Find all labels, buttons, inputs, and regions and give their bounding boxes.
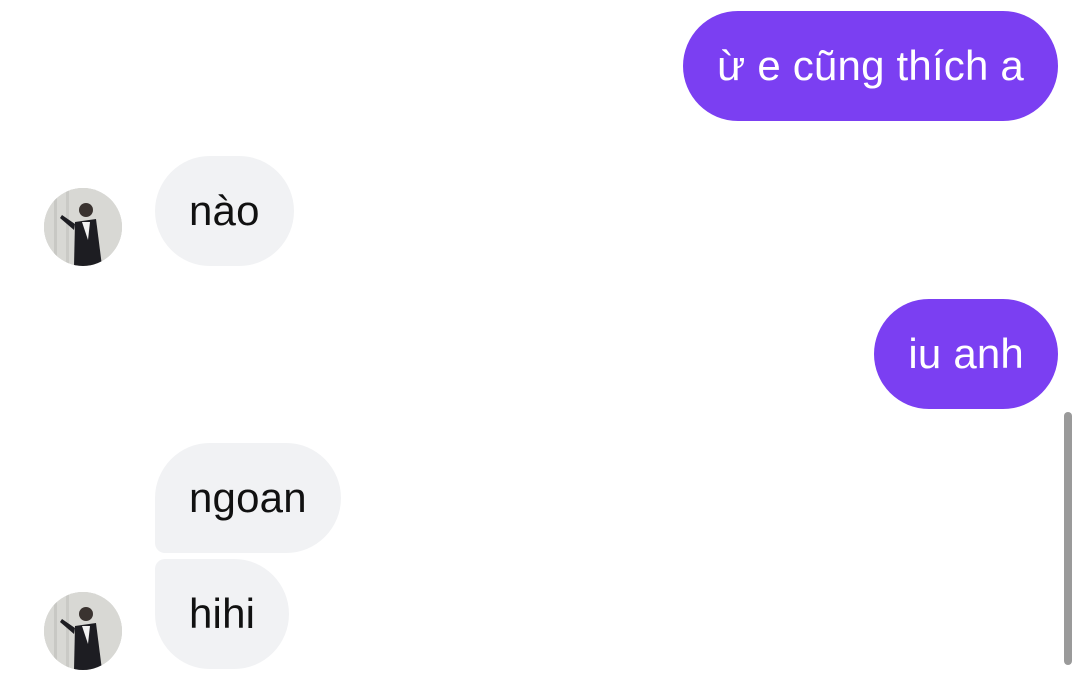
chat-thread[interactable]: ừ e cũng thích a nào iu anh ngoan hihi [0,0,1080,677]
message-text: nào [189,187,260,234]
received-message-bubble[interactable]: nào [155,156,294,266]
sent-message-bubble[interactable]: iu anh [874,299,1058,409]
person-photo-icon [44,592,122,670]
scrollbar-thumb[interactable] [1064,412,1072,665]
contact-avatar[interactable] [44,188,122,266]
message-text: hihi [189,590,256,637]
sent-message-bubble[interactable]: ừ e cũng thích a [683,11,1058,121]
received-message-bubble[interactable]: ngoan [155,443,341,553]
contact-avatar[interactable] [44,592,122,670]
message-text: ừ e cũng thích a [717,42,1024,89]
person-photo-icon [44,188,122,266]
message-text: iu anh [908,330,1024,377]
message-text: ngoan [189,474,307,521]
received-message-bubble[interactable]: hihi [155,559,290,669]
